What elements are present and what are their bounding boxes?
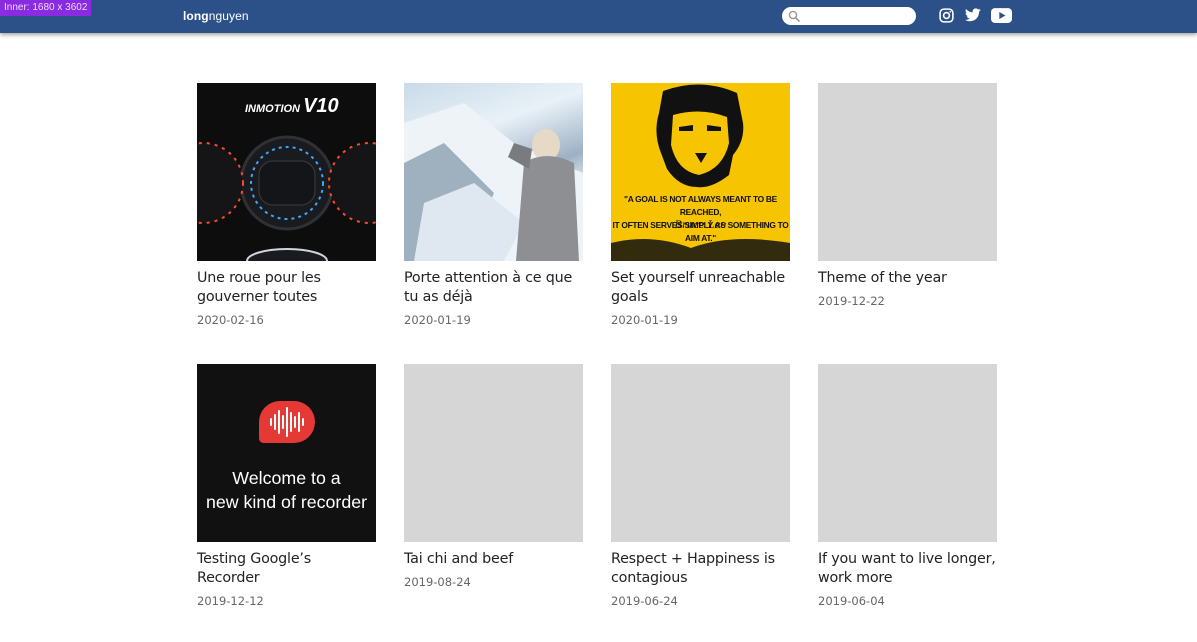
post-title[interactable]: Une roue pour les gouverner toutes	[197, 269, 376, 307]
youtube-icon[interactable]	[991, 8, 1013, 24]
logo-bold-part: long	[183, 9, 209, 23]
post-date: 2019-12-22	[818, 294, 885, 308]
post-thumbnail-image[interactable]	[404, 83, 583, 261]
post-title[interactable]: If you want to live longer, work more	[818, 550, 997, 588]
post-card[interactable]: Theme of the year 2019-12-22	[818, 83, 997, 308]
quote-signature: Bruce Lee	[674, 220, 727, 231]
post-thumbnail-image[interactable]: Welcome to a new kind of recorder	[197, 364, 376, 542]
post-title[interactable]: Testing Google’s Recorder	[197, 550, 376, 588]
post-thumbnail-placeholder[interactable]	[611, 364, 790, 542]
post-title[interactable]: Tai chi and beef	[404, 550, 583, 569]
post-date: 2019-12-12	[197, 594, 264, 608]
recorder-app-icon	[259, 401, 315, 443]
post-card[interactable]: Porte attention à ce que tu as déjà 2020…	[404, 83, 583, 327]
post-title[interactable]: Theme of the year	[818, 269, 997, 288]
quote-text: "A GOAL IS NOT ALWAYS MEANT TO BE REACHE…	[612, 194, 789, 243]
post-date: 2019-06-24	[611, 594, 678, 608]
viewport-size-badge: Inner: 1680 x 3602	[0, 0, 92, 16]
twitter-icon[interactable]	[965, 8, 983, 24]
search-input[interactable]	[804, 9, 910, 23]
post-thumbnail-image[interactable]: "A GOAL IS NOT ALWAYS MEANT TO BE REACHE…	[611, 83, 790, 261]
post-date: 2020-01-19	[611, 313, 678, 327]
post-card[interactable]: Respect + Happiness is contagious 2019-0…	[611, 364, 790, 608]
post-date: 2020-02-16	[197, 313, 264, 327]
waveform-icon	[270, 407, 304, 437]
post-title[interactable]: Respect + Happiness is contagious	[611, 550, 790, 588]
post-date: 2020-01-19	[404, 313, 471, 327]
post-title[interactable]: Set yourself unreachable goals	[611, 269, 790, 307]
post-date: 2019-08-24	[404, 575, 471, 589]
post-card[interactable]: INMOTION V10 Une roue pour les gouverner…	[197, 83, 376, 327]
search-icon	[788, 10, 800, 22]
top-navbar: longnguyen	[0, 0, 1197, 33]
post-thumbnail-image[interactable]: INMOTION V10	[197, 83, 376, 261]
post-card[interactable]: Tai chi and beef 2019-08-24	[404, 364, 583, 589]
logo-light-part: nguyen	[208, 9, 249, 23]
post-card[interactable]: If you want to live longer, work more 20…	[818, 364, 997, 608]
post-thumbnail-placeholder[interactable]	[818, 83, 997, 261]
site-logo[interactable]: longnguyen	[183, 9, 249, 23]
post-date: 2019-06-04	[818, 594, 885, 608]
post-title[interactable]: Porte attention à ce que tu as déjà	[404, 269, 583, 307]
recorder-promo-text: Welcome to a new kind of recorder	[205, 468, 368, 512]
post-thumbnail-placeholder[interactable]	[404, 364, 583, 542]
unicycle-illustration	[197, 135, 376, 261]
post-card[interactable]: "A GOAL IS NOT ALWAYS MEANT TO BE REACHE…	[611, 83, 790, 327]
instagram-icon[interactable]	[939, 8, 957, 24]
search-box[interactable]	[782, 7, 916, 25]
snowy-mountain-photo	[404, 103, 583, 261]
post-card[interactable]: Welcome to a new kind of recorder Testing…	[197, 364, 376, 608]
post-thumbnail-placeholder[interactable]	[818, 364, 997, 542]
